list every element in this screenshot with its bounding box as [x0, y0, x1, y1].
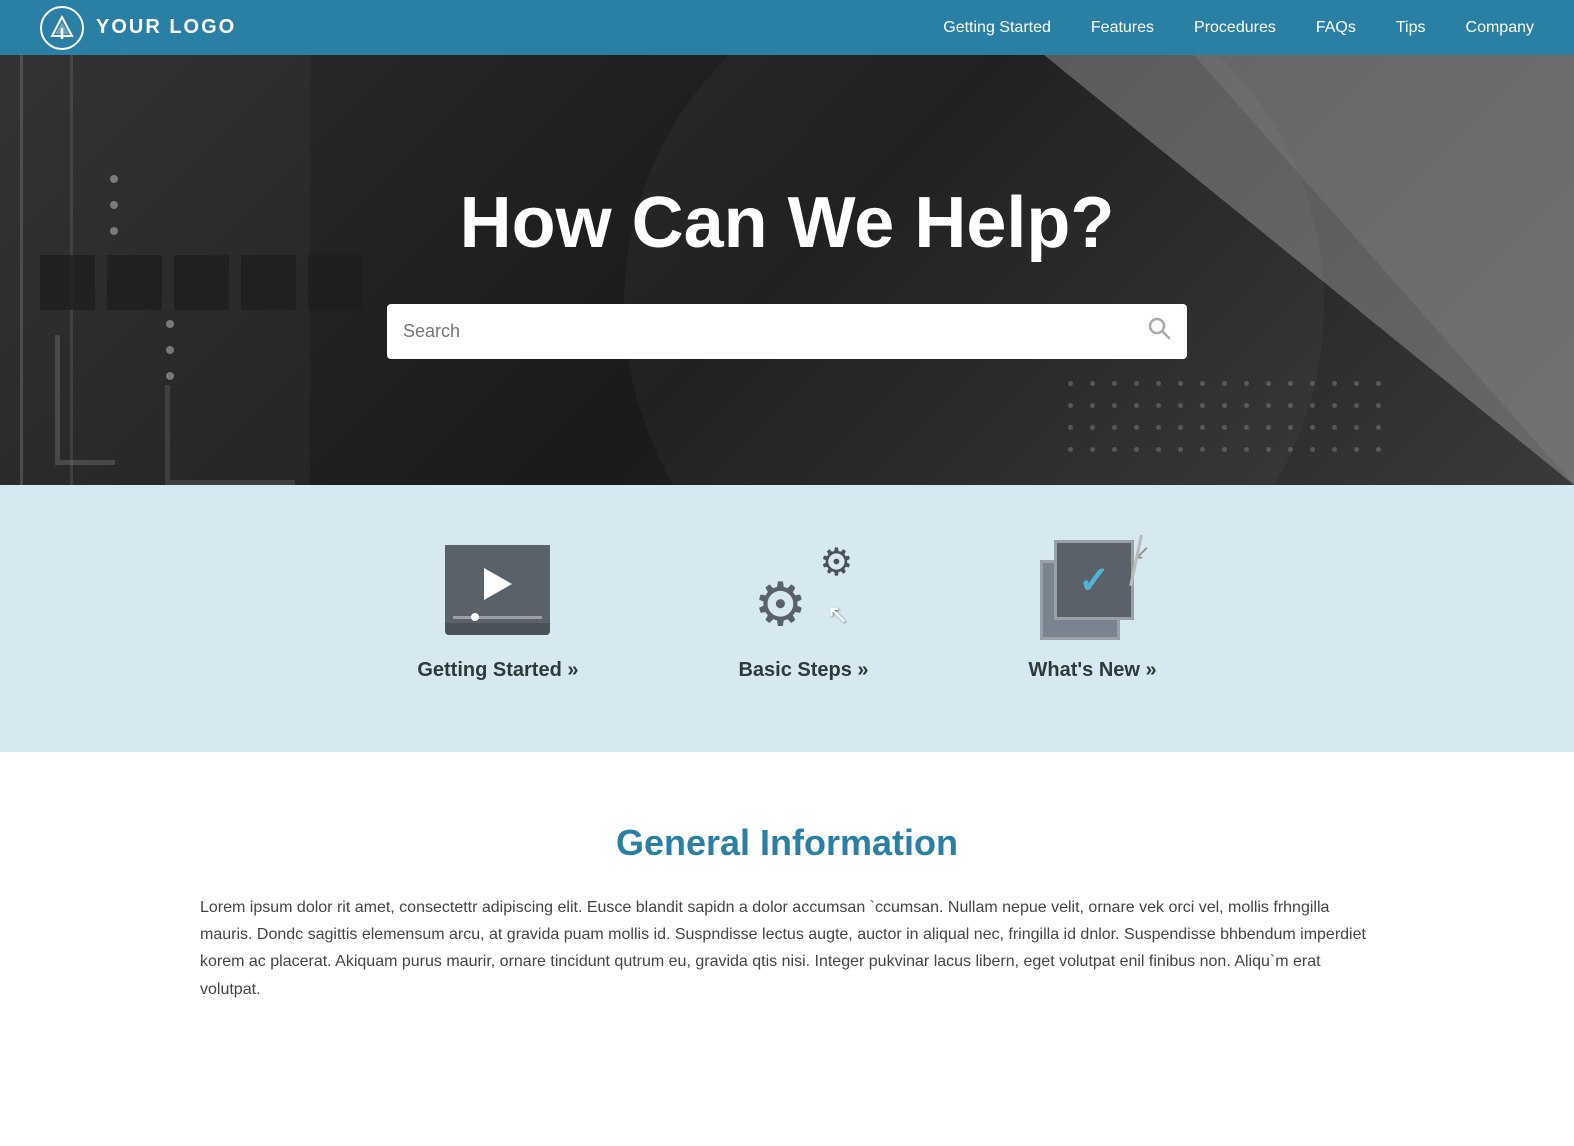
- nav-procedures[interactable]: Procedures: [1194, 19, 1276, 36]
- whats-new-icon: ✓ ↙: [1038, 545, 1148, 635]
- deco-triangle-inner: [1194, 55, 1574, 485]
- hero-title: How Can We Help?: [387, 182, 1187, 264]
- navbar: YOUR LOGO Getting Started Features Proce…: [0, 0, 1574, 55]
- video-timeline: [453, 616, 542, 619]
- gear-small-icon: ⚙: [819, 540, 853, 585]
- nav-getting-started[interactable]: Getting Started: [943, 19, 1051, 36]
- hero-content: How Can We Help?: [387, 182, 1187, 359]
- general-info-title: General Information: [200, 822, 1374, 864]
- checklist-front: ✓: [1054, 540, 1134, 620]
- card-basic-steps[interactable]: ⚙ ⚙ ↖ Basic Steps »: [738, 545, 868, 682]
- logo-text: YOUR LOGO: [96, 16, 236, 39]
- deco-bracket-2: [165, 385, 295, 485]
- nav-company[interactable]: Company: [1466, 19, 1534, 36]
- whats-new-label: What's New »: [1029, 659, 1157, 682]
- search-bar[interactable]: [387, 304, 1187, 359]
- general-section: General Information Lorem ipsum dolor ri…: [0, 752, 1574, 1083]
- nav-links: Getting Started Features Procedures FAQs…: [943, 19, 1534, 37]
- getting-started-label: Getting Started »: [417, 659, 578, 682]
- cards-section: Getting Started » ⚙ ⚙ ↖ Basic Steps » ✓ …: [0, 485, 1574, 752]
- cursor-icon: ↖: [827, 599, 849, 630]
- basic-steps-label: Basic Steps »: [738, 659, 868, 682]
- deco-squares: [40, 255, 363, 310]
- gear-icon-wrap: ⚙ ⚙ ↖: [754, 540, 854, 640]
- search-icon: [1147, 316, 1171, 346]
- dots-left-top: [110, 175, 118, 253]
- hero-section: How Can We Help?: [0, 55, 1574, 485]
- nav-tips[interactable]: Tips: [1396, 19, 1426, 36]
- logo-area[interactable]: YOUR LOGO: [40, 6, 236, 50]
- getting-started-icon: [443, 545, 553, 635]
- deco-bracket-1: [55, 335, 115, 465]
- timeline-dot: [471, 613, 479, 621]
- logo-icon: [40, 6, 84, 50]
- play-button-icon: [484, 568, 512, 600]
- card-getting-started[interactable]: Getting Started »: [417, 545, 578, 682]
- deco-dot-grid: [1068, 381, 1394, 465]
- card-whats-new[interactable]: ✓ ↙ What's New »: [1029, 545, 1157, 682]
- nav-features[interactable]: Features: [1091, 19, 1154, 36]
- basic-steps-icon: ⚙ ⚙ ↖: [749, 545, 859, 635]
- checkmark-icon: ✓: [1078, 558, 1110, 603]
- gear-main-icon: ⚙: [754, 570, 808, 640]
- dots-left-bottom: [166, 320, 174, 398]
- video-icon-bg: [445, 545, 550, 623]
- checklist-icon-wrap: ✓ ↙: [1040, 540, 1145, 640]
- nav-faqs[interactable]: FAQs: [1316, 19, 1356, 36]
- general-info-body: Lorem ipsum dolor rit amet, consectettr …: [200, 894, 1374, 1003]
- search-input[interactable]: [403, 321, 1147, 342]
